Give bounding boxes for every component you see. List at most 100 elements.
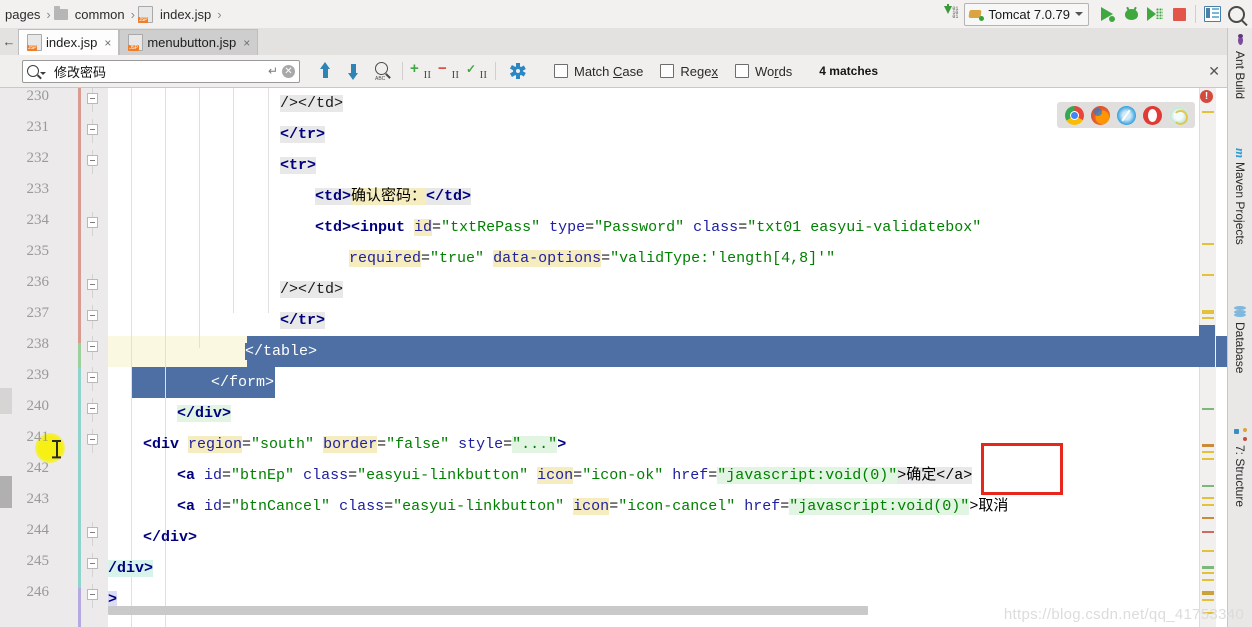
sidebar-item-ant-build[interactable]: Ant Build — [1228, 34, 1252, 130]
match-case-option[interactable]: Match Case — [554, 64, 643, 79]
run-with-coverage-button[interactable] — [1143, 2, 1167, 26]
tab-menubutton-jsp[interactable]: menubutton.jsp × — [119, 29, 259, 55]
code-token: id — [204, 498, 223, 515]
close-icon[interactable]: × — [104, 36, 111, 50]
close-icon[interactable]: × — [243, 36, 250, 50]
add-occurrence-icon[interactable]: + II — [410, 61, 432, 81]
breadcrumb-item-index-jsp[interactable]: index.jsp — [137, 0, 214, 28]
annotation-rectangle — [981, 443, 1063, 495]
tomcat-icon — [968, 7, 985, 21]
editor-vertical-scrollbar-thumb[interactable] — [0, 476, 12, 508]
regex-label: Regex — [680, 63, 718, 79]
code-token: /></td> — [280, 95, 344, 112]
code-token: icon — [537, 467, 574, 484]
code-token: region — [188, 436, 243, 453]
error-count-badge[interactable]: ! — [1200, 90, 1213, 103]
code-token: "easyui-linkbutton" — [393, 498, 565, 515]
tab-scroll-back-icon[interactable]: ← — [0, 28, 18, 55]
breadcrumb-separator: › — [46, 6, 51, 22]
navigation-bar: pages › common › index.jsp › 011001 Tomc… — [0, 0, 1252, 29]
search-everywhere-icon[interactable] — [1224, 2, 1248, 26]
code-token: <a — [177, 467, 205, 484]
code-token: </div> — [177, 405, 232, 422]
breadcrumb-item-pages[interactable]: pages — [2, 0, 43, 28]
editor-horizontal-scrollbar[interactable] — [108, 606, 868, 615]
toolbar-divider — [1195, 5, 1196, 23]
remove-occurrence-icon[interactable]: − II — [438, 61, 460, 81]
database-icon — [1234, 306, 1246, 318]
sidebar-item-database[interactable]: Database — [1228, 306, 1252, 410]
vcs-change-stripe — [78, 88, 81, 313]
code-token: > — [557, 436, 567, 453]
find-previous-icon[interactable] — [316, 60, 336, 82]
search-input[interactable]: 修改密码 ↵ ✕ — [22, 59, 300, 83]
debug-button[interactable] — [1119, 2, 1143, 26]
breadcrumb: pages › common › index.jsp › — [0, 0, 225, 28]
sidebar-item-label: Ant Build — [1233, 51, 1247, 100]
vcs-change-stripe — [78, 313, 81, 343]
sidebar-item-label: 7: Structure — [1233, 445, 1247, 508]
idea-window: pages › common › index.jsp › 011001 Tomc… — [0, 0, 1252, 627]
code-token: class — [693, 219, 739, 236]
regex-checkbox[interactable] — [660, 64, 675, 78]
code-content[interactable]: /></td> </tr> <tr> <td>确认密码：</td> <td><i… — [108, 88, 1228, 627]
sidebar-item-label: Database — [1233, 322, 1247, 374]
close-find-bar-icon[interactable]: ✕ — [1208, 63, 1220, 80]
jsp-file-icon — [137, 5, 153, 23]
code-token: href — [672, 467, 709, 484]
code-token: style — [458, 436, 504, 453]
find-toolbar: 修改密码 ↵ ✕ ABC + II − II ✓ II Match Case R… — [0, 55, 1228, 88]
tab-bar-filler — [258, 29, 1252, 55]
enter-hint-icon: ↵ — [267, 64, 278, 78]
code-token: class — [339, 498, 385, 515]
code-token-selected: </table> — [245, 343, 318, 360]
sidebar-item-structure[interactable]: 7: Structure — [1228, 428, 1252, 540]
stop-button[interactable] — [1167, 2, 1191, 26]
code-token: "easyui-linkbutton" — [357, 467, 529, 484]
sidebar-item-maven-projects[interactable]: m Maven Projects — [1228, 148, 1252, 288]
tab-index-jsp[interactable]: index.jsp × — [18, 29, 120, 55]
ant-icon — [1234, 34, 1247, 47]
match-case-checkbox[interactable] — [554, 64, 568, 78]
editor-tab-bar: ← index.jsp × menubutton.jsp × — [0, 28, 1252, 56]
words-label: Words — [754, 63, 793, 79]
search-input-value: 修改密码 — [54, 64, 107, 80]
code-editor[interactable]: /></td> </tr> <tr> <td>确认密码：</td> <td><i… — [0, 88, 1228, 627]
select-all-occurrences-icon[interactable]: ✓ II — [466, 61, 488, 81]
vcs-change-stripe — [78, 368, 81, 588]
code-token: id — [204, 467, 223, 484]
update-project-icon[interactable]: 01 10 01 — [942, 4, 960, 24]
find-next-icon[interactable] — [344, 60, 364, 82]
code-token: id — [414, 219, 433, 236]
breadcrumb-label: index.jsp — [159, 6, 212, 22]
regex-option[interactable]: Regex — [660, 64, 718, 79]
run-configuration-label: Tomcat 7.0.79 — [988, 6, 1070, 22]
words-checkbox[interactable] — [734, 64, 749, 78]
code-token: /div> — [108, 560, 154, 577]
editor-gutter[interactable] — [0, 88, 108, 627]
toolbar-right: 01 10 01 Tomcat 7.0.79 — [942, 0, 1252, 28]
code-token: "false" — [386, 436, 450, 453]
find-settings-icon[interactable] — [509, 63, 526, 79]
maven-icon: m — [1233, 148, 1248, 159]
find-all-icon[interactable]: ABC — [373, 61, 393, 82]
find-navigation: ABC + II − II ✓ II — [312, 60, 526, 82]
jsp-file-icon — [27, 34, 42, 51]
layout-icon[interactable] — [1200, 2, 1224, 26]
words-option[interactable]: Words — [734, 63, 793, 79]
code-token-selected: </form> — [211, 374, 275, 391]
code-token: "south" — [251, 436, 315, 453]
match-case-label: Match Case — [574, 63, 644, 79]
code-token: <td> — [315, 188, 352, 205]
code-token: "validType:'length[4,8]'" — [610, 250, 836, 267]
run-button[interactable] — [1095, 2, 1119, 26]
run-configuration-selector[interactable]: Tomcat 7.0.79 — [964, 2, 1089, 26]
code-token: border — [323, 436, 378, 453]
breadcrumb-separator: › — [217, 6, 222, 22]
code-token: "true" — [430, 250, 485, 267]
breadcrumb-label: pages — [5, 6, 41, 22]
breadcrumb-item-common[interactable]: common — [53, 0, 128, 28]
scrollbar-thumb[interactable] — [1199, 325, 1215, 367]
clear-search-icon[interactable]: ✕ — [282, 64, 295, 78]
code-token: required — [349, 250, 422, 267]
